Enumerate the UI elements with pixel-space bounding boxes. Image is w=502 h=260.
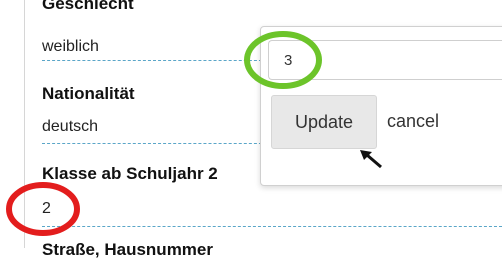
field-label-geschlecht: Geschlecht <box>42 0 134 13</box>
field-value-nationalitaet[interactable]: deutsch <box>42 118 98 136</box>
field-value-klasse[interactable]: 2 <box>42 200 51 218</box>
field-divider <box>42 60 267 61</box>
field-divider <box>42 226 502 227</box>
field-label-klasse: Klasse ab Schuljahr 2 <box>42 164 218 183</box>
inline-edit-popover: Update cancel <box>260 26 502 186</box>
field-divider <box>42 143 267 144</box>
edit-value-input[interactable] <box>268 40 502 80</box>
field-label-strasse: Straße, Hausnummer <box>42 240 213 259</box>
cancel-link[interactable]: cancel <box>387 111 439 132</box>
left-border <box>24 0 25 248</box>
field-label-nationalitaet: Nationalität <box>42 84 135 103</box>
field-value-geschlecht[interactable]: weiblich <box>42 38 99 56</box>
update-button[interactable]: Update <box>271 95 377 149</box>
